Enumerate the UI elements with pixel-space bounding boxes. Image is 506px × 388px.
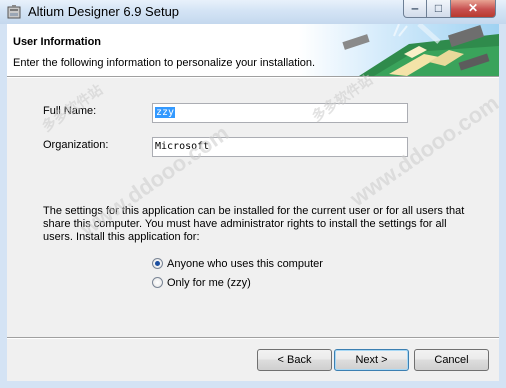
minimize-icon: ‒ (411, 1, 419, 15)
install-scope-description: The settings for this application can be… (43, 205, 465, 243)
title-bar[interactable]: Altium Designer 6.9 Setup ‒ □ ✕ (0, 0, 506, 24)
back-button[interactable]: < Back (257, 349, 332, 371)
organization-input[interactable]: Microsoft (152, 137, 408, 157)
window-frame-right (499, 24, 506, 388)
organization-label-text: Organization: (43, 139, 109, 151)
radio-anyone-indicator[interactable] (152, 258, 163, 269)
cancel-button[interactable]: Cancel (414, 349, 489, 371)
close-button[interactable]: ✕ (451, 0, 496, 18)
form-area: Full Name: zzy Organization: Microsoft T… (7, 71, 499, 337)
dialog-client-area: User Information Enter the following inf… (7, 24, 499, 381)
full-name-label-text: Full Name: (43, 105, 97, 117)
full-name-value: zzy (155, 107, 176, 118)
radio-only-me[interactable]: Only for me (zzy) (152, 277, 251, 289)
maximize-icon: □ (434, 1, 443, 15)
maximize-button[interactable]: □ (427, 0, 451, 18)
next-button[interactable]: Next > (334, 349, 409, 371)
window-frame-bottom (0, 381, 506, 388)
installer-app-icon (7, 5, 21, 19)
circuit-board-banner-image (299, 24, 499, 76)
radio-anyone[interactable]: Anyone who uses this computer (152, 258, 323, 270)
window-title: Altium Designer 6.9 Setup (28, 4, 180, 19)
organization-label: Organization: (43, 139, 108, 151)
setup-window: Altium Designer 6.9 Setup ‒ □ ✕ User Inf… (0, 0, 506, 388)
full-name-input[interactable]: zzy (152, 103, 408, 123)
organization-value: Microsoft (155, 141, 210, 152)
radio-only-me-indicator[interactable] (152, 277, 163, 288)
radio-only-me-label: Only for me (zzy) (167, 277, 251, 289)
close-icon: ✕ (467, 1, 479, 15)
header-banner: User Information Enter the following inf… (7, 24, 499, 76)
radio-anyone-label: Anyone who uses this computer (167, 258, 323, 270)
footer-separator (7, 337, 499, 339)
window-frame-left (0, 24, 7, 388)
full-name-label: Full Name: (43, 105, 96, 117)
page-title: User Information (13, 36, 102, 48)
minimize-button[interactable]: ‒ (403, 0, 427, 18)
page-subtitle: Enter the following information to perso… (13, 57, 316, 69)
